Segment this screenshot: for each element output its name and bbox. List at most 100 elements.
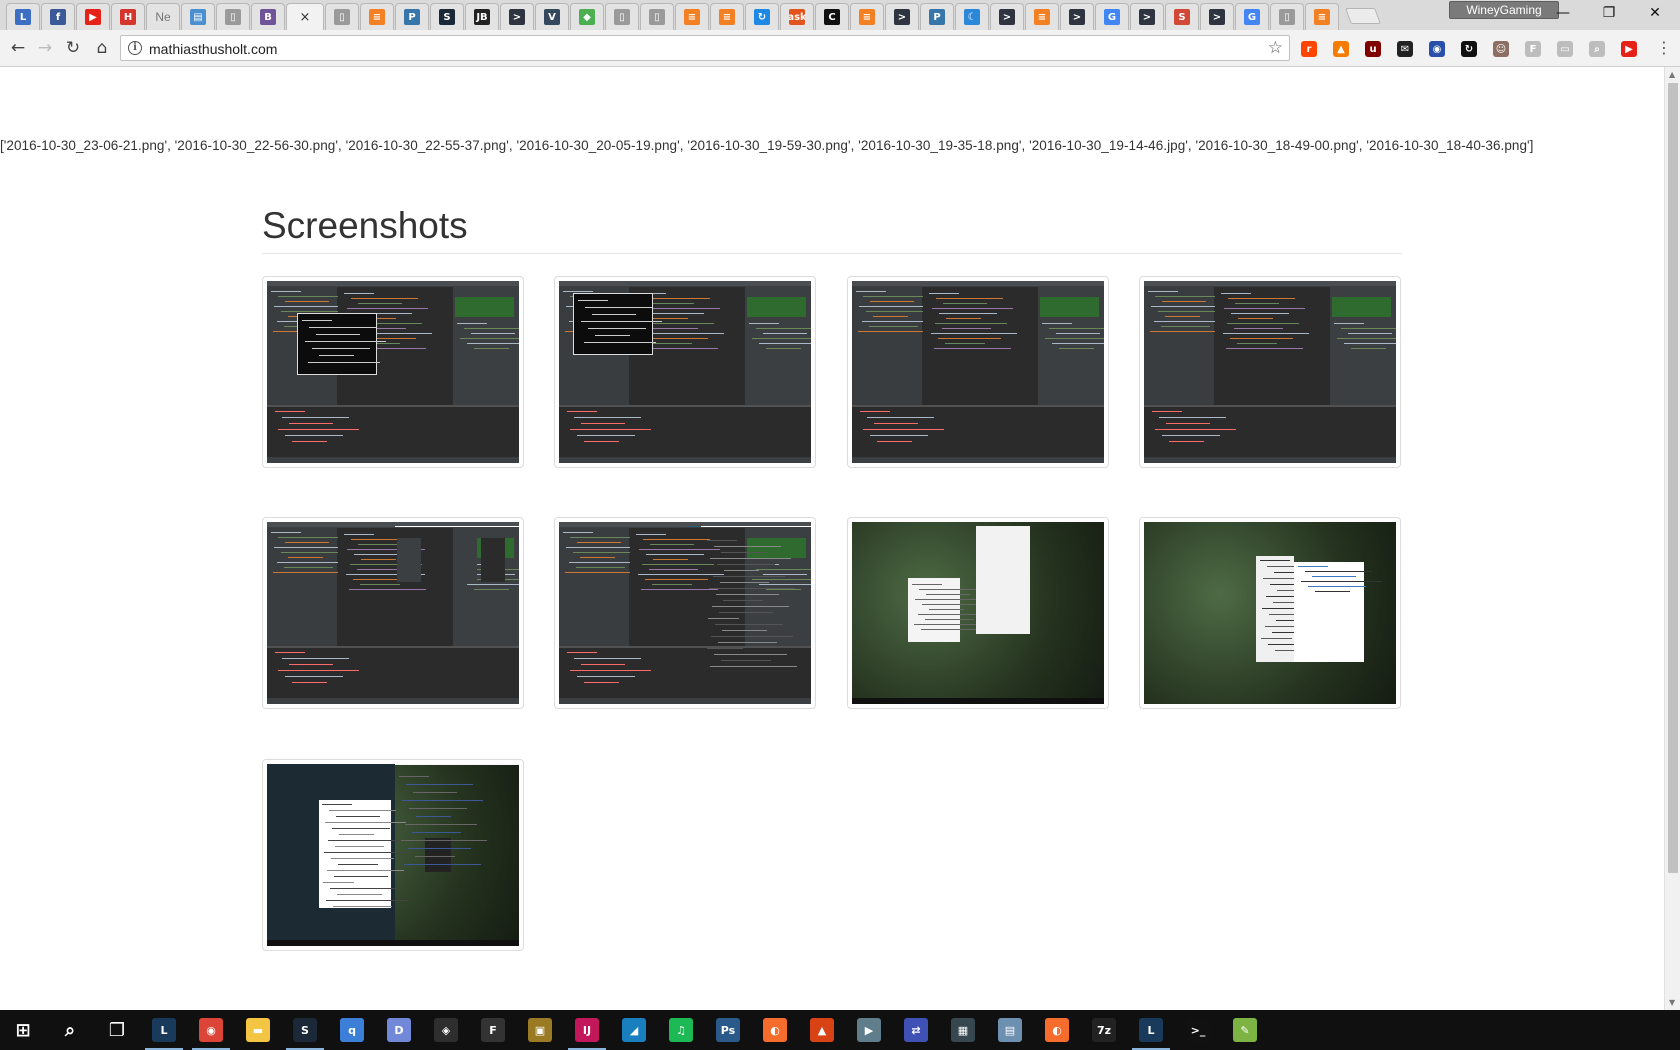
tab-page-4[interactable]: ▯ xyxy=(640,3,674,30)
tab-google-2[interactable]: G xyxy=(1235,3,1269,30)
new-tab-button[interactable] xyxy=(1345,8,1381,24)
screenshot-thumbnail[interactable] xyxy=(847,517,1109,709)
tag-ext-icon[interactable]: ▭ xyxy=(1557,41,1573,57)
tab-page-2[interactable]: ▯ xyxy=(325,3,359,30)
tab-l-tutorials[interactable]: L xyxy=(6,3,40,30)
screenshot-thumbnail[interactable] xyxy=(262,276,524,468)
tab-wunderlist[interactable]: ☾ xyxy=(955,3,989,30)
scroll-up-icon[interactable]: ▲ xyxy=(1669,70,1675,79)
task-view-button[interactable]: ❐ xyxy=(94,1010,140,1050)
address-bar[interactable]: i mathiasthusholt.com ☆ xyxy=(120,35,1290,61)
start-button[interactable]: ⊞ xyxy=(0,1010,46,1050)
menu-icon[interactable]: ⋮ xyxy=(1656,38,1672,57)
youtube-ext-icon[interactable]: ▶ xyxy=(1621,41,1637,57)
taskbar-blocks[interactable]: ▦ xyxy=(940,1010,986,1050)
reddit-ext-icon[interactable]: r xyxy=(1301,41,1317,57)
taskbar-league-2[interactable]: L xyxy=(1128,1010,1174,1050)
tab-stackoverflow-4[interactable]: ≡ xyxy=(850,3,884,30)
tab-green-app[interactable]: ◆ xyxy=(570,3,604,30)
tab-page-5[interactable]: ▯ xyxy=(1270,3,1304,30)
taskbar-spotify[interactable]: ♫ xyxy=(658,1010,704,1050)
taskbar-origin[interactable]: ◐ xyxy=(752,1010,798,1050)
scrollbar-thumb[interactable] xyxy=(1668,83,1678,873)
taskbar-app-f[interactable]: F xyxy=(470,1010,516,1050)
tab-python-1[interactable]: P xyxy=(395,3,429,30)
screenshot-thumbnail[interactable] xyxy=(262,517,524,709)
tab-stackoverflow-6[interactable]: ≡ xyxy=(1305,3,1339,30)
mail-ext-icon[interactable]: ✉ xyxy=(1397,41,1413,57)
taskbar-qbittorrent[interactable]: q xyxy=(329,1010,375,1050)
tab-codecademy[interactable]: C xyxy=(815,3,849,30)
tab-terminal-4[interactable]: > xyxy=(1060,3,1094,30)
taskbar-photos[interactable]: ▤ xyxy=(987,1010,1033,1050)
tab-vue[interactable]: V xyxy=(535,3,569,30)
tab-google-1[interactable]: G xyxy=(1095,3,1129,30)
tab-sync[interactable]: ↻ xyxy=(745,3,779,30)
taskbar-notepad[interactable]: ✎ xyxy=(1222,1010,1268,1050)
ublock-ext-icon[interactable]: u xyxy=(1365,41,1381,57)
taskbar-cmd[interactable]: >_ xyxy=(1175,1010,1221,1050)
tab-bootstrap[interactable]: B xyxy=(251,3,285,30)
back-icon[interactable]: ← xyxy=(6,36,30,60)
f-ext-icon[interactable]: F xyxy=(1525,41,1541,57)
taskbar-discord[interactable]: D xyxy=(376,1010,422,1050)
tab-jetbrains[interactable]: JB xyxy=(465,3,499,30)
tab-python-2[interactable]: P xyxy=(920,3,954,30)
taskbar-7zip[interactable]: 7z xyxy=(1081,1010,1127,1050)
tab-youtube[interactable]: ▶ xyxy=(76,3,110,30)
tab-stackoverflow-3[interactable]: ≡ xyxy=(710,3,744,30)
screenshot-thumbnail[interactable] xyxy=(847,276,1109,468)
globe-ext-icon[interactable]: ◉ xyxy=(1429,41,1445,57)
tab-terminal-5[interactable]: > xyxy=(1130,3,1164,30)
tab-steam[interactable]: S xyxy=(430,3,464,30)
home-icon[interactable]: ⌂ xyxy=(90,36,114,60)
tab-facebook[interactable]: f xyxy=(41,3,75,30)
tab-stackoverflow-1[interactable]: ≡ xyxy=(360,3,394,30)
info-icon[interactable]: i xyxy=(128,41,142,55)
tab-terminal-6[interactable]: > xyxy=(1200,3,1234,30)
taskbar-intellij[interactable]: IJ xyxy=(564,1010,610,1050)
scroll-down-icon[interactable]: ▼ xyxy=(1669,998,1675,1007)
tab-scribd[interactable]: S xyxy=(1165,3,1199,30)
tab-clipboard[interactable]: ▤ xyxy=(181,3,215,30)
tab-close-icon[interactable]: × xyxy=(300,10,311,25)
page-scrollbar[interactable]: ▲ ▼ xyxy=(1664,67,1680,1010)
taskbar-overwolf[interactable]: ▣ xyxy=(517,1010,563,1050)
bookmark-star-icon[interactable]: ☆ xyxy=(1268,38,1283,58)
taskbar-chrome[interactable]: ◉ xyxy=(188,1010,234,1050)
reload-icon[interactable]: ↻ xyxy=(61,36,85,60)
tab-terminal-1[interactable]: > xyxy=(500,3,534,30)
screenshot-thumbnail[interactable] xyxy=(1139,276,1401,468)
tab-active[interactable]: × xyxy=(286,3,324,30)
tab-stackoverflow-2[interactable]: ≡ xyxy=(675,3,709,30)
tab-stackoverflow-5[interactable]: ≡ xyxy=(1025,3,1059,30)
taskbar-network[interactable]: ⇄ xyxy=(893,1010,939,1050)
fire-ext-icon[interactable]: ▲ xyxy=(1333,41,1349,57)
restore-icon[interactable]: ❐ xyxy=(1586,0,1632,26)
tab-page-3[interactable]: ▯ xyxy=(605,3,639,30)
screenshot-thumbnail[interactable] xyxy=(554,276,816,468)
close-window-icon[interactable]: ✕ xyxy=(1632,0,1678,26)
tab-ask[interactable]: ask xyxy=(780,3,814,30)
taskbar-player[interactable]: ▶ xyxy=(846,1010,892,1050)
taskbar-explorer[interactable]: ▬ xyxy=(235,1010,281,1050)
tab-hackaday[interactable]: H xyxy=(111,3,145,30)
avatar-ext-icon[interactable]: ☺ xyxy=(1493,41,1509,57)
forward-icon[interactable]: → xyxy=(33,36,57,60)
address-text[interactable]: mathiasthusholt.com xyxy=(149,41,277,57)
taskbar-origin-2[interactable]: ◐ xyxy=(1034,1010,1080,1050)
taskbar-steam[interactable]: S xyxy=(282,1010,328,1050)
taskbar-league[interactable]: L xyxy=(141,1010,187,1050)
screenshot-thumbnail[interactable] xyxy=(554,517,816,709)
search-button[interactable]: ⌕ xyxy=(47,1010,93,1050)
tab-terminal-2[interactable]: > xyxy=(885,3,919,30)
search-ext-icon[interactable]: ⌕ xyxy=(1589,41,1605,57)
sync-ext-icon[interactable]: ↻ xyxy=(1461,41,1477,57)
taskbar-fire[interactable]: ▲ xyxy=(799,1010,845,1050)
screenshot-thumbnail[interactable] xyxy=(1139,517,1401,709)
taskbar-dolphin[interactable]: ◢ xyxy=(611,1010,657,1050)
tab-terminal-3[interactable]: > xyxy=(990,3,1024,30)
taskbar-minecraft[interactable]: ◈ xyxy=(423,1010,469,1050)
minimize-icon[interactable]: — xyxy=(1540,0,1586,26)
screenshot-thumbnail[interactable] xyxy=(262,759,524,951)
